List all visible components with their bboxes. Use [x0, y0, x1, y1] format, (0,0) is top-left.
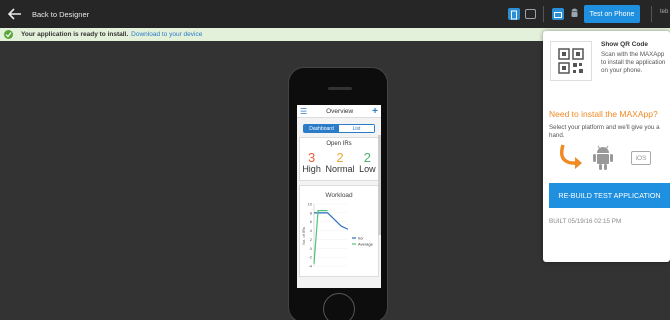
tablet-view-button[interactable]: [525, 9, 536, 19]
phone-speaker: [328, 87, 352, 90]
qr-description: Scan with the MAXApp to install the appl…: [601, 51, 666, 74]
phone-preview: ☰ Overview + Dashboard List Open IRs 3 H…: [288, 67, 388, 320]
ir-normal[interactable]: 2 Normal: [325, 151, 354, 175]
toolbar-divider: [651, 6, 652, 22]
phone-view-button[interactable]: [508, 8, 520, 20]
toolbar-divider: [543, 6, 544, 22]
ir-low-count: 2: [363, 150, 371, 165]
open-irs-card: Open IRs 3 High 2 Normal 2 Low: [299, 137, 379, 181]
apple-platform-icon: [554, 12, 562, 18]
download-link[interactable]: Download to your device: [131, 31, 202, 38]
chart-y-tick-label: -4: [308, 264, 312, 269]
phone-screen: ☰ Overview + Dashboard List Open IRs 3 H…: [297, 105, 381, 288]
open-irs-title: Open IRs: [326, 141, 352, 147]
back-arrow-icon: [8, 8, 21, 20]
hamburger-menu-icon[interactable]: ☰: [300, 107, 307, 116]
tab-dashboard[interactable]: Dashboard: [304, 125, 339, 132]
qr-code-icon[interactable]: [550, 41, 592, 81]
need-install-heading: Need to install the MAXApp?: [549, 109, 658, 119]
chart-y-tick-label: 2: [310, 237, 313, 242]
ir-normal-label: Normal: [325, 164, 355, 174]
workload-title: Workload: [325, 192, 353, 199]
chart-y-tick-label: 4: [310, 228, 313, 233]
add-icon[interactable]: +: [372, 106, 378, 117]
test-on-phone-panel: Show QR Code Scan with the MAXApp to ins…: [543, 31, 670, 262]
top-toolbar: Back to Designer Test on Phone teb: [0, 0, 670, 28]
android-platform-button[interactable]: [570, 8, 579, 24]
app-header: ☰ Overview +: [297, 105, 381, 118]
workload-chart: 10 8 6 4 2 0 -2 -4 No. of IRs ircrAverage: [301, 202, 374, 269]
user-menu[interactable]: teb: [660, 9, 668, 15]
ir-low[interactable]: 2 Low: [359, 151, 376, 175]
phone-icon: [511, 10, 517, 20]
rebuild-test-application-button[interactable]: RE-BUILD TEST APPLICATION: [549, 183, 670, 208]
android-icon[interactable]: [593, 145, 613, 171]
chart-y-tick-label: -2: [308, 255, 312, 260]
platform-icons: iOS: [557, 143, 657, 173]
screen-scrollbar[interactable]: [378, 135, 381, 235]
back-to-designer-button[interactable]: Back to Designer: [8, 5, 89, 23]
view-toggle: Dashboard List: [303, 124, 375, 133]
legend-label: ircr: [358, 236, 364, 241]
ir-high[interactable]: 3 High: [302, 151, 321, 175]
android-icon: [571, 8, 578, 17]
ir-high-count: 3: [307, 150, 316, 165]
back-label: Back to Designer: [32, 9, 90, 19]
qr-title: Show QR Code: [601, 41, 648, 48]
ir-low-label: Low: [359, 164, 376, 174]
chart-series-line-average: [313, 210, 328, 264]
app-header-title: Overview: [326, 107, 354, 115]
chart-series-line-ircr: [314, 212, 349, 230]
home-button: [323, 293, 355, 320]
workload-card: Workload 10 8 6 4 2 0 -2 -4 No. of IRs ircr Averag…: [299, 185, 379, 277]
chart-y-tick-label: 0: [310, 246, 313, 251]
legend-label: Average: [358, 242, 374, 247]
tab-list[interactable]: List: [339, 125, 374, 132]
success-check-icon: [4, 30, 13, 39]
built-timestamp: BUILT 05/19/16 02:15 PM: [549, 218, 622, 225]
ios-platform-button[interactable]: [552, 8, 564, 20]
chart-y-tick-label: 6: [310, 219, 313, 224]
ir-high-label: High: [302, 164, 321, 174]
ios-icon[interactable]: iOS: [631, 151, 651, 165]
chart-y-tick-label: 8: [310, 210, 313, 215]
notice-message: Your application is ready to install.: [21, 31, 129, 38]
chart-y-axis-label: No. of IRs: [301, 227, 306, 245]
test-on-phone-button[interactable]: Test on Phone: [584, 5, 640, 23]
chart-y-tick-label: 10: [308, 202, 313, 207]
ir-normal-count: 2: [336, 150, 344, 165]
curved-arrow-icon: [560, 144, 582, 169]
select-platform-text: Select your platform and we'll give you …: [549, 124, 660, 139]
